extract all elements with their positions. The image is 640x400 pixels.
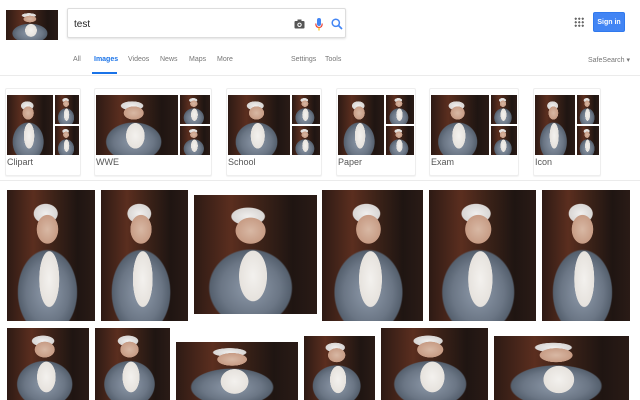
- tab-videos[interactable]: Videos: [128, 56, 149, 63]
- chip-image: [292, 126, 320, 155]
- related-chip-clipart[interactable]: Clipart: [5, 88, 81, 176]
- chip-image: [96, 95, 178, 155]
- sign-in-button[interactable]: Sign in: [593, 12, 625, 32]
- camera-icon[interactable]: [292, 17, 306, 31]
- chip-label: Paper: [338, 157, 363, 167]
- chip-image: [535, 95, 575, 155]
- related-chip-wwe[interactable]: WWE: [94, 88, 212, 176]
- chip-image: [386, 95, 414, 124]
- result-image[interactable]: [101, 190, 188, 321]
- apps-grid-icon[interactable]: [574, 17, 584, 27]
- chip-image: [55, 126, 79, 155]
- chip-image: [491, 126, 517, 155]
- chip-image: [55, 95, 79, 124]
- search-input[interactable]: [74, 16, 274, 32]
- chip-label: School: [228, 157, 256, 167]
- search-box[interactable]: [67, 8, 346, 38]
- tab-maps[interactable]: Maps: [189, 56, 206, 63]
- divider: [0, 180, 640, 181]
- result-image[interactable]: [494, 336, 629, 400]
- safesearch-dropdown[interactable]: SafeSearch ▾: [588, 56, 630, 64]
- related-chip-paper[interactable]: Paper: [336, 88, 416, 176]
- result-image[interactable]: [7, 190, 95, 321]
- chip-image: [180, 95, 210, 124]
- settings-link[interactable]: Settings: [291, 56, 316, 63]
- related-chip-icon[interactable]: Icon: [533, 88, 601, 176]
- microphone-icon[interactable]: [312, 17, 326, 31]
- tools-link[interactable]: Tools: [325, 56, 341, 63]
- chip-label: WWE: [96, 157, 119, 167]
- result-image[interactable]: [381, 328, 488, 400]
- chip-image: [386, 126, 414, 155]
- header: Sign in All Images Videos News Maps More…: [0, 0, 640, 76]
- tab-all[interactable]: All: [73, 56, 81, 63]
- chip-image: [292, 95, 320, 124]
- chip-image: [228, 95, 290, 155]
- chip-image: [577, 95, 599, 124]
- active-tab-indicator: [92, 72, 117, 74]
- chip-label: Icon: [535, 157, 553, 167]
- chip-image: [491, 95, 517, 124]
- chip-image: [7, 95, 53, 155]
- chip-image: [577, 126, 599, 155]
- result-image[interactable]: [429, 190, 536, 321]
- chip-label: Exam: [431, 157, 455, 167]
- chip-label: Clipart: [7, 157, 34, 167]
- result-image[interactable]: [95, 328, 170, 400]
- result-image[interactable]: [176, 342, 298, 400]
- chip-image: [431, 95, 489, 155]
- related-chip-exam[interactable]: Exam: [429, 88, 519, 176]
- tab-news[interactable]: News: [160, 56, 178, 63]
- result-image[interactable]: [7, 328, 89, 400]
- tab-more[interactable]: More: [217, 56, 233, 63]
- result-image[interactable]: [304, 336, 375, 400]
- tab-images[interactable]: Images: [94, 56, 118, 63]
- logo-thumbnail[interactable]: [6, 10, 58, 40]
- chip-image: [338, 95, 384, 155]
- chip-image: [180, 126, 210, 155]
- search-icon[interactable]: [330, 17, 344, 31]
- result-image[interactable]: [194, 195, 317, 314]
- result-image[interactable]: [322, 190, 423, 321]
- result-image[interactable]: [542, 190, 630, 321]
- related-chip-school[interactable]: School: [226, 88, 322, 176]
